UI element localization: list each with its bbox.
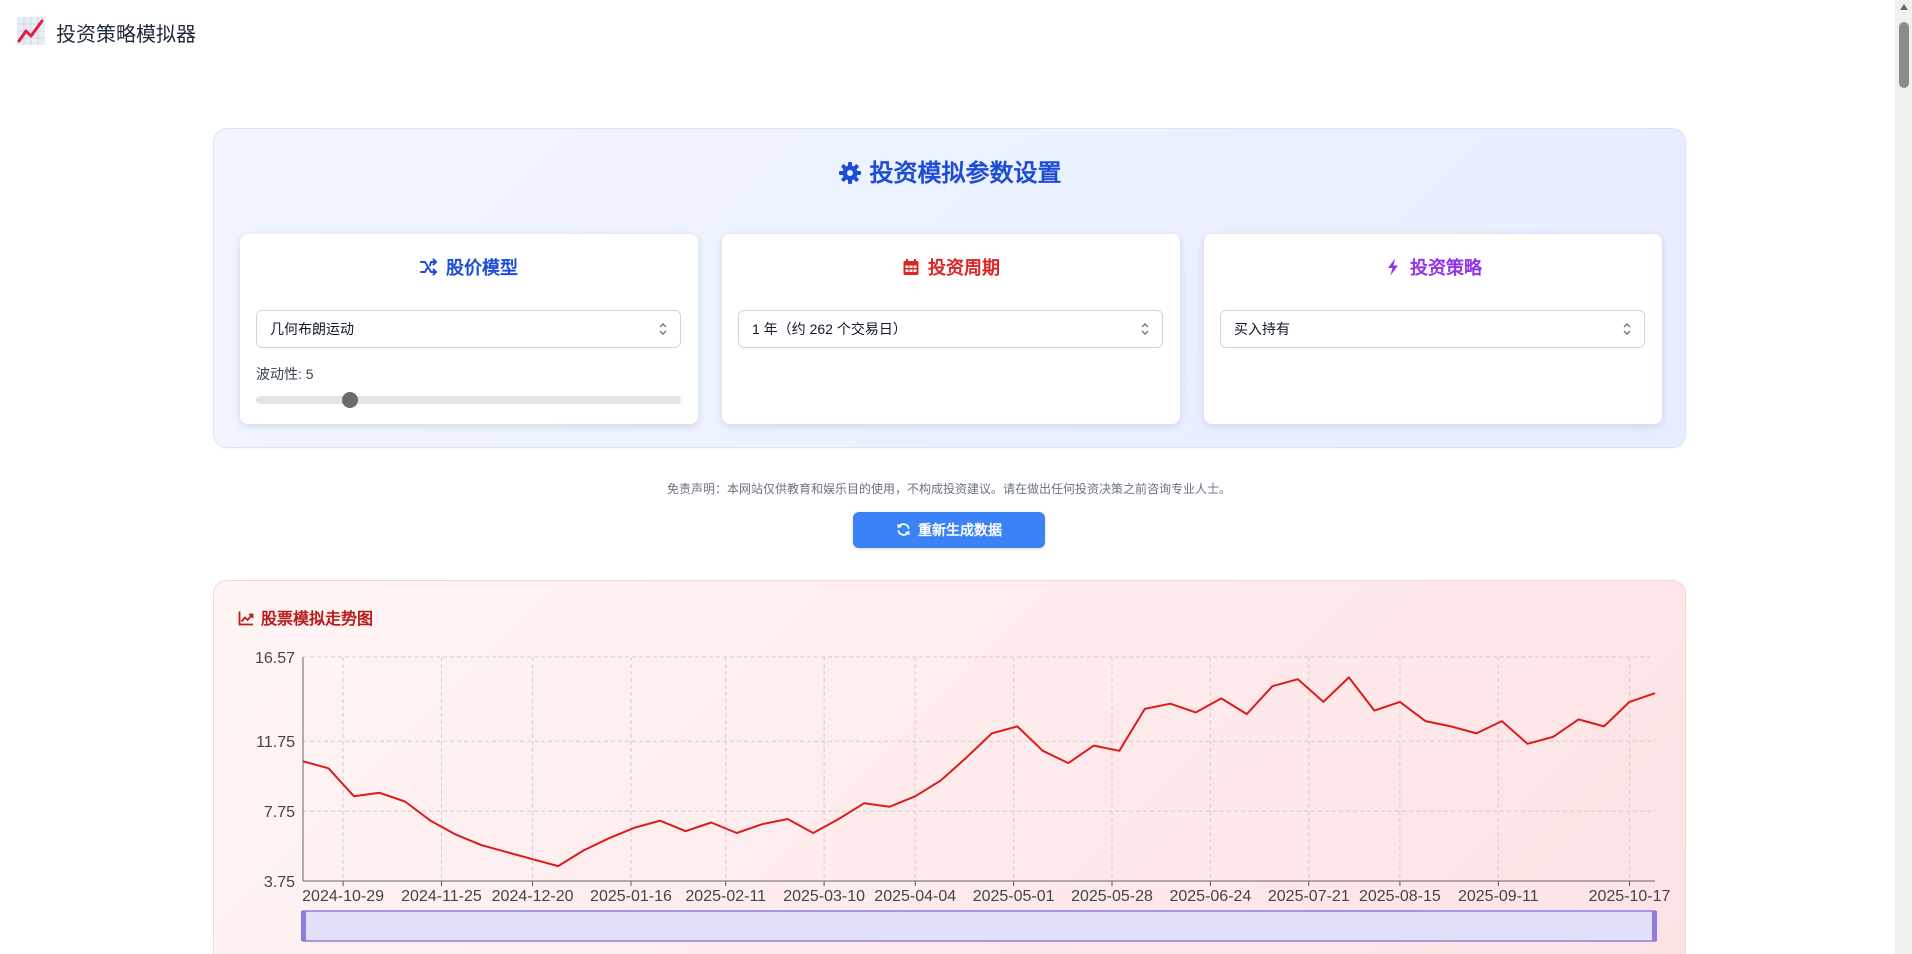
investment-period-title-text: 投资周期 (928, 258, 1000, 278)
select-caret-icon (659, 323, 667, 335)
y-tick-label: 7.75 (264, 804, 295, 821)
zoom-slider-left-handle (301, 911, 306, 941)
price-model-title-text: 股价模型 (446, 258, 518, 278)
disclaimer-text: 免责声明：本网站仅供教育和娱乐目的使用，不构成投资建议。请在做出任何投资决策之前… (666, 482, 1231, 496)
x-tick-label: 2025-06-24 (1169, 888, 1251, 905)
calendar-icon (903, 259, 919, 275)
app-title: 投资策略模拟器 (56, 24, 196, 46)
y-tick-label: 3.75 (264, 874, 295, 891)
price-model-card: 股价模型 几何布朗运动 波动性: 5 (240, 234, 698, 424)
stock-price-chart[interactable]: 16.57 11.75 7.75 3.75 2024-10-29 2024-11-25 20… (214, 581, 1687, 954)
investment-period-card: 投资周期 1 年（约 262 个交易日） (722, 234, 1180, 424)
x-tick-label: 2025-08-15 (1359, 888, 1441, 905)
bolt-icon (1388, 258, 1398, 276)
zoom-slider-right-handle (1652, 911, 1657, 941)
scroll-up-arrow-icon[interactable] (1900, 4, 1908, 10)
regenerate-data-button[interactable]: 重新生成数据 (853, 512, 1045, 548)
y-tick-label: 11.75 (256, 734, 295, 751)
scrollbar-thumb[interactable] (1899, 22, 1909, 88)
x-tick-label: 2025-03-10 (783, 888, 865, 905)
volatility-slider-thumb[interactable] (341, 392, 358, 408)
x-tick-label: 2025-02-11 (685, 888, 766, 905)
y-tick-label: 16.57 (255, 650, 295, 667)
chart-line-icon (17, 17, 45, 45)
x-tick-label: 2025-05-28 (1071, 888, 1153, 905)
price-model-select[interactable]: 几何布朗运动 (256, 310, 681, 348)
regenerate-button-label: 重新生成数据 (918, 522, 1002, 538)
refresh-icon (897, 523, 910, 536)
investment-strategy-select-value: 买入持有 (1234, 321, 1290, 337)
settings-title-text: 投资模拟参数设置 (869, 160, 1062, 187)
price-series-line (302, 676, 1656, 868)
investment-period-select[interactable]: 1 年（约 262 个交易日） (738, 310, 1163, 348)
select-caret-icon (1623, 323, 1631, 335)
gear-icon (838, 162, 861, 184)
x-tick-label: 2025-09-11 (1458, 888, 1539, 905)
investment-period-title: 投资周期 (722, 254, 1180, 280)
x-tick-label: 2025-05-01 (973, 888, 1055, 905)
x-tick-label: 2025-04-04 (874, 888, 956, 905)
price-model-title: 股价模型 (240, 254, 698, 280)
page-scrollbar[interactable] (1895, 0, 1912, 954)
select-caret-icon (1141, 323, 1149, 335)
x-tick-label: 2024-10-29 (302, 888, 384, 905)
settings-title: 投资模拟参数设置 (214, 153, 1685, 188)
x-tick-label: 2025-10-17 (1589, 888, 1671, 905)
zoom-slider-track (302, 910, 1656, 942)
investment-strategy-title-text: 投资策略 (1410, 258, 1482, 278)
investment-period-select-value: 1 年（约 262 个交易日） (752, 321, 907, 337)
settings-panel: 投资模拟参数设置 股价模型 几何布朗运动 波动性: 5 投资周期 1 年（约 2… (213, 128, 1686, 448)
price-model-select-value: 几何布朗运动 (270, 321, 354, 337)
x-tick-label: 2025-01-16 (590, 888, 672, 905)
volatility-slider[interactable] (256, 392, 681, 408)
investment-strategy-title: 投资策略 (1204, 254, 1662, 280)
investment-strategy-select[interactable]: 买入持有 (1220, 310, 1645, 348)
stock-chart-panel: 股票模拟走势图 16.57 11.75 7.75 3.75 2024-10-29 2024… (213, 580, 1686, 954)
volatility-label: 波动性: 5 (256, 366, 314, 382)
x-tick-label: 2024-12-20 (492, 888, 574, 905)
investment-strategy-card: 投资策略 买入持有 (1204, 234, 1662, 424)
x-tick-label: 2025-07-21 (1268, 888, 1350, 905)
x-tick-label: 2024-11-25 (401, 888, 482, 905)
app-header: 投资策略模拟器 (0, 0, 1912, 64)
shuffle-icon (420, 258, 437, 276)
